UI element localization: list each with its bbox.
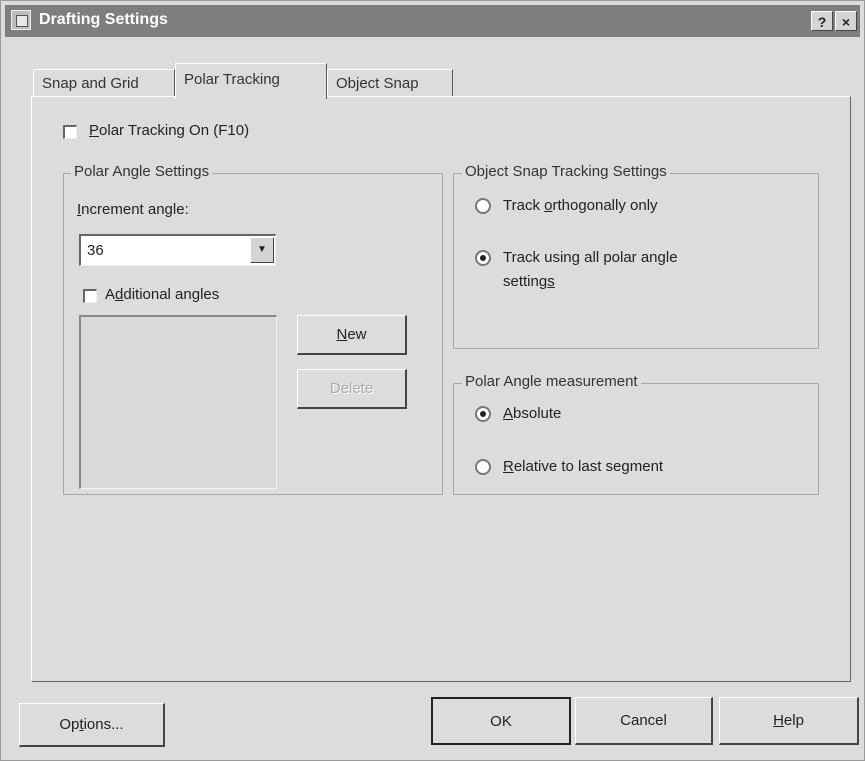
polar-angle-measurement-group: [453, 383, 819, 495]
additional-angles-checkbox[interactable]: [83, 289, 97, 303]
app-icon: [11, 10, 31, 30]
window-title: Drafting Settings: [39, 11, 168, 28]
relative-radio[interactable]: [475, 459, 491, 475]
help-title-button[interactable]: ?: [811, 11, 833, 31]
track-all-polar-label: Track using all polar angle: [503, 249, 678, 266]
object-snap-tracking-title: Object Snap Tracking Settings: [462, 163, 670, 180]
absolute-radio[interactable]: [475, 406, 491, 422]
delete-button[interactable]: Delete: [297, 369, 407, 409]
polar-tracking-on-checkbox[interactable]: [63, 125, 77, 139]
ok-button[interactable]: OK: [431, 697, 571, 745]
track-all-polar-radio[interactable]: [475, 250, 491, 266]
increment-angle-value: 36: [87, 242, 104, 259]
polar-angle-measurement-title: Polar Angle measurement: [462, 373, 641, 390]
drafting-settings-dialog: Drafting Settings ? × Snap and Grid Pola…: [0, 0, 865, 761]
new-button[interactable]: New: [297, 315, 407, 355]
dropdown-arrow-icon[interactable]: ▼: [250, 237, 274, 263]
polar-angle-settings-title: Polar Angle Settings: [71, 163, 213, 180]
tab-polar-tracking[interactable]: Polar Tracking: [175, 63, 327, 99]
help-button[interactable]: Help: [719, 697, 859, 745]
title-bar: Drafting Settings ? ×: [5, 5, 860, 37]
cancel-button[interactable]: Cancel: [575, 697, 713, 745]
additional-angles-label: Additional angles: [105, 286, 220, 303]
track-orthogonally-radio[interactable]: [475, 198, 491, 214]
tab-object-snap[interactable]: Object Snap: [327, 69, 453, 97]
options-button[interactable]: Options...: [19, 703, 165, 747]
absolute-label: Absolute: [503, 405, 562, 422]
increment-angle-combo[interactable]: 36 ▼: [79, 234, 276, 266]
relative-label: Relative to last segment: [503, 458, 664, 475]
polar-tracking-on-label: Polar Tracking On (F10): [89, 122, 250, 139]
track-orthogonally-label: Track orthogonally only: [503, 197, 658, 214]
tab-snap-and-grid[interactable]: Snap and Grid: [33, 69, 175, 97]
increment-angle-label: Increment angle:: [77, 201, 189, 218]
additional-angles-list[interactable]: [79, 315, 277, 489]
close-button[interactable]: ×: [835, 11, 857, 31]
track-all-polar-label-line2: settings: [503, 273, 555, 290]
